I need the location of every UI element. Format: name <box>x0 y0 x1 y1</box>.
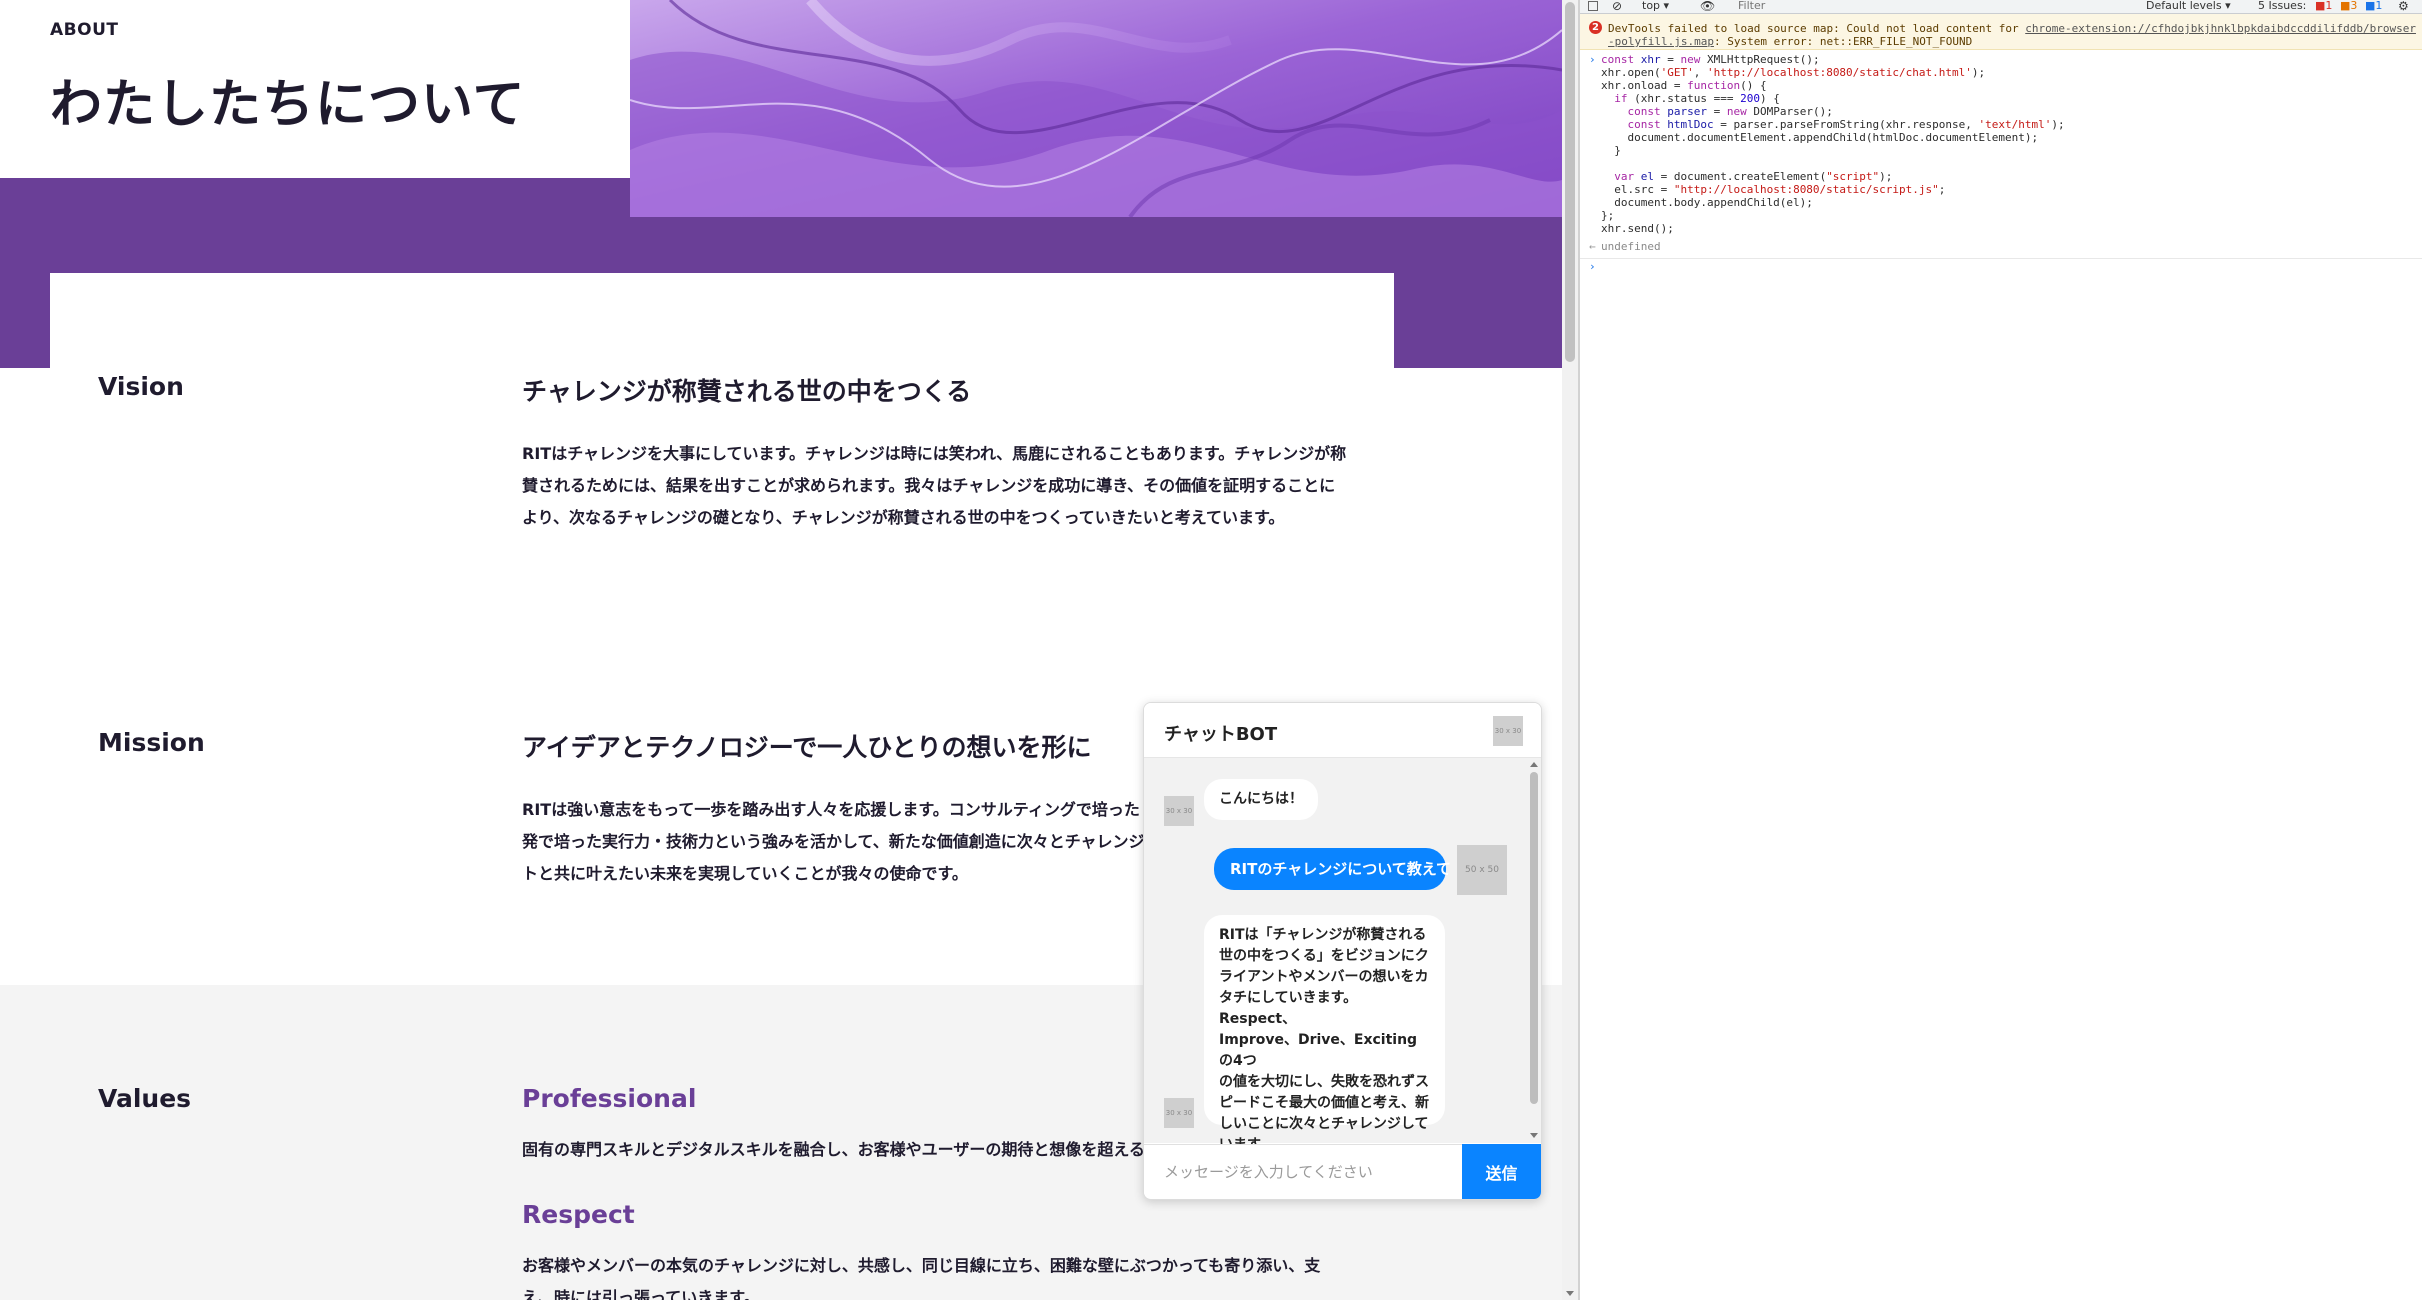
code-line-10: var el = document.createElement("script"… <box>1614 170 1893 183</box>
bot-avatar: 30 x 30 <box>1164 1098 1194 1128</box>
chat-header-image: 30 x 30 <box>1493 716 1523 746</box>
bot-avatar: 30 x 30 <box>1164 796 1194 826</box>
code-line-14: xhr.send(); <box>1601 222 1674 235</box>
code-line-13: }; <box>1601 209 1615 222</box>
chat-header: チャットBOT 30 x 30 <box>1144 703 1541 758</box>
bot-message-line: ピードこそ最大の価値と考え、新 <box>1219 1095 1429 1111</box>
bot-message-line: しいことに次々とチャレンジして <box>1219 1116 1429 1132</box>
issues-label[interactable]: 5 Issues: <box>2258 0 2306 12</box>
error-source-link[interactable]: chrome-extension://cfhdojbkjhnklbpkdaibd… <box>2025 22 2416 35</box>
bot-message-line: 世の中をつくる」をビジョンにク <box>1219 948 1429 964</box>
issues-info-number: 1 <box>2375 0 2383 12</box>
sidebar-toggle-icon[interactable] <box>1588 1 1598 11</box>
context-select[interactable]: top ▾ <box>1642 0 1669 12</box>
code-line-3: xhr.onload = function() { <box>1601 79 1767 92</box>
user-avatar: 50 x 50 <box>1457 845 1507 895</box>
bot-message-line: タチにしていきます。 Respect、 <box>1219 990 1358 1027</box>
issues-info-count[interactable]: ■1 <box>2365 0 2382 12</box>
code-snippet: XMLHttpRequest(); <box>1707 53 1820 66</box>
vision-body-line: 賛されるためには、結果を出すことが求められます。我々はチャレンジを成功に導き、そ… <box>522 476 1336 495</box>
devtools-console: ⊘ top ▾ 👁 Default levels ▾ 5 Issues: ■1 … <box>1580 0 2422 1300</box>
error-text: : System error: net::ERR_FILE_NOT_FOUND <box>1713 35 1973 48</box>
result-value: undefined <box>1601 240 1661 253</box>
console-input[interactable]: › <box>1580 258 2422 273</box>
levels-select[interactable]: Default levels ▾ <box>2146 0 2231 12</box>
code-line-1: const xhr = new XMLHttpRequest(); <box>1601 53 1820 66</box>
error-line-1: DevTools failed to load source map: Coul… <box>1608 22 2416 35</box>
clear-console-icon[interactable]: ⊘ <box>1612 0 1622 12</box>
error-count-badge: 2 <box>1589 21 1602 34</box>
result-arrow-icon: ← <box>1589 240 1596 253</box>
console-error-message: 2 DevTools failed to load source map: Co… <box>1580 14 2422 50</box>
scroll-down-arrow[interactable] <box>1530 1133 1538 1138</box>
prompt-icon: › <box>1589 53 1596 66</box>
issues-warning-count[interactable]: ■3 <box>2340 0 2357 12</box>
value-respect-body-line: お客様やメンバーの本気のチャレンジに対し、共感し、同じ目線に立ち、困難な壁にぶつ… <box>522 1256 1321 1275</box>
value-respect-body-line: え、時には引っ張っていきます。 <box>522 1288 760 1300</box>
code-line-11: el.src = "http://localhost:8080/static/s… <box>1601 183 1946 196</box>
context-label: top <box>1642 0 1661 12</box>
chat-title: チャットBOT <box>1164 724 1278 745</box>
bot-message-line: の値を大切にし、失敗を恐れずス <box>1219 1074 1429 1090</box>
error-source-link[interactable]: -polyfill.js.map <box>1608 35 1714 48</box>
value-professional-heading: Professional <box>522 1084 697 1113</box>
code-line-2: xhr.open('GET', 'http://localhost:8080/s… <box>1601 66 1986 79</box>
value-respect-body: お客様やメンバーの本気のチャレンジに対し、共感し、同じ目線に立ち、困難な壁にぶつ… <box>522 1250 1352 1300</box>
prompt-icon: › <box>1589 260 1596 273</box>
web-page: ABOUT わたしたちについて Vision チャレンジが称賛される世の中をつく… <box>0 0 1562 1300</box>
chat-scroll-thumb[interactable] <box>1530 772 1538 1104</box>
vision-body-line: より、次なるチャレンジの礎となり、チャレンジが称賛される世の中をつくっていきたい… <box>522 508 1285 527</box>
code-line-4: if (xhr.status === 200) { <box>1614 92 1780 105</box>
scroll-up-arrow[interactable] <box>1530 762 1538 767</box>
vision-label: Vision <box>98 372 184 401</box>
bot-message-line: RITは「チャレンジが称賛される <box>1219 927 1427 943</box>
about-label: ABOUT <box>50 20 119 40</box>
filter-input[interactable] <box>1732 0 2104 12</box>
bot-message: こんにちは！ <box>1204 779 1318 820</box>
issues-error-count[interactable]: ■1 <box>2315 0 2332 12</box>
code-line-6: const htmlDoc = parser.parseFromString(x… <box>1627 118 2065 131</box>
settings-gear-icon[interactable]: ⚙ <box>2398 0 2409 12</box>
code-line-7: document.documentElement.appendChild(htm… <box>1601 131 2039 144</box>
page-scroll-thumb[interactable] <box>1565 2 1575 362</box>
chat-message-list[interactable]: 30 x 30 こんにちは！ RITのチャレンジについて教えて 50 x 50 … <box>1144 758 1541 1153</box>
mission-heading: アイデアとテクノロジーで一人ひとりの想いを形に <box>522 733 1092 762</box>
vision-body-line: RITはチャレンジを大事にしています。チャレンジは時には笑われ、馬鹿にされること… <box>522 444 1347 463</box>
bot-message: RITは「チャレンジが称賛される 世の中をつくる」をビジョンにク ライアントやメ… <box>1204 915 1445 1153</box>
code-line-5: const parser = new DOMParser(); <box>1627 105 1833 118</box>
issues-warning-number: 3 <box>2350 0 2358 12</box>
message-input[interactable] <box>1144 1144 1462 1198</box>
send-button[interactable]: 送信 <box>1462 1144 1541 1199</box>
page-scrollbar[interactable] <box>1562 0 1578 1300</box>
vision-body: RITはチャレンジを大事にしています。チャレンジは時には笑われ、馬鹿にされること… <box>522 438 1352 534</box>
bot-message-line: Improve、Drive、Excitingの4つ <box>1219 1032 1418 1069</box>
hero-image <box>630 0 1562 217</box>
error-line-2: -polyfill.js.map: System error: net::ERR… <box>1608 35 1972 48</box>
chat-scrollbar[interactable] <box>1529 762 1539 1138</box>
error-text: DevTools failed to load source map: Coul… <box>1608 22 2026 35</box>
page-title: わたしたちについて <box>50 75 526 135</box>
console-toolbar: ⊘ top ▾ 👁 Default levels ▾ 5 Issues: ■1 … <box>1580 0 2422 14</box>
issues-error-number: 1 <box>2325 0 2333 12</box>
code-line-12: document.body.appendChild(el); <box>1601 196 1813 209</box>
code-line-8: } <box>1601 144 1621 157</box>
value-respect-heading: Respect <box>522 1200 635 1229</box>
bot-message-line: ライアントやメンバーの想いをカ <box>1219 969 1429 985</box>
vision-heading: チャレンジが称賛される世の中をつくる <box>522 377 972 406</box>
values-label: Values <box>98 1084 192 1113</box>
user-message: RITのチャレンジについて教えて <box>1214 848 1451 890</box>
eye-icon[interactable]: 👁 <box>1700 0 1715 12</box>
scroll-down-arrow[interactable] <box>1566 1291 1574 1296</box>
mission-label: Mission <box>98 728 205 757</box>
levels-label: Default levels <box>2146 0 2222 12</box>
chatbot-widget: チャットBOT 30 x 30 30 x 30 こんにちは！ RITのチャレンジ… <box>1143 702 1542 1200</box>
